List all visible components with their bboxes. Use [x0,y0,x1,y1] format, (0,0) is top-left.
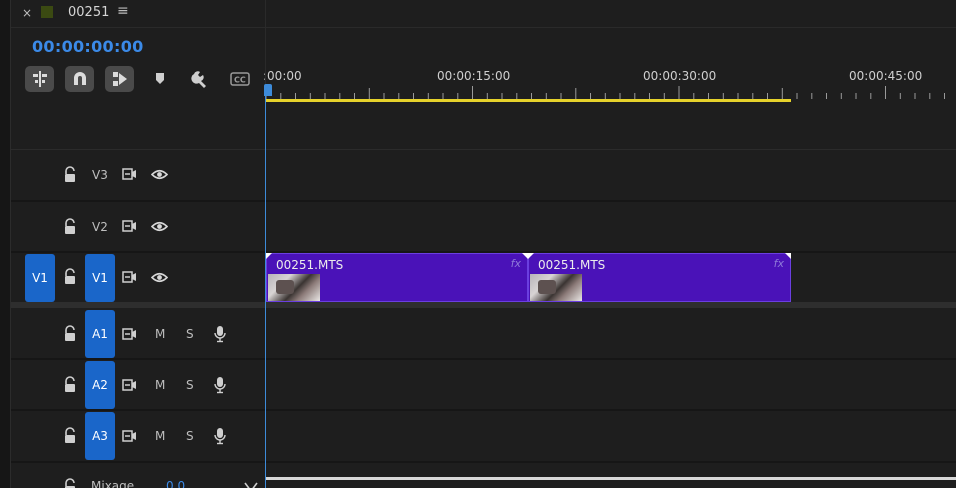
track-header-a3: A3 M S [0,411,265,461]
eye-icon[interactable] [151,221,168,232]
track-name[interactable]: V2 [92,220,108,234]
solo-button[interactable]: S [186,429,194,443]
magnet-icon [73,72,86,85]
work-area-bar[interactable] [266,99,791,102]
insert-snap-icon [32,71,47,87]
playhead-handle[interactable] [264,84,272,96]
mute-button[interactable]: M [155,378,165,392]
track-header-v2: V2 [0,202,265,251]
track-target-a1[interactable]: A1 [85,310,115,358]
captions-button[interactable]: CC [227,66,253,92]
microphone-icon[interactable] [214,376,226,394]
ruler-label: :00:00 [263,69,302,83]
lock-track-icon[interactable] [63,166,77,184]
mix-collapse-icon[interactable] [244,482,258,488]
lock-track-icon[interactable] [63,325,77,343]
captions-icon: CC [230,72,250,86]
clip-name: 00251.MTS [538,258,606,272]
timeline-settings-button[interactable] [187,66,213,92]
fx-badge[interactable]: fx [774,257,784,270]
track-header-mix: Mixage 0,0 [0,463,265,488]
track-header-v1: V1 V1 [0,253,265,302]
video-audio-divider[interactable] [11,302,956,308]
track-header-a2: A2 M S [0,360,265,409]
fx-badge[interactable]: fx [511,257,521,270]
ruler-label: 00:00:45:00 [849,69,923,83]
eye-icon[interactable] [151,272,168,283]
mix-volume-value[interactable]: 0,0 [166,479,185,488]
lock-track-icon[interactable] [63,478,77,488]
playhead-line[interactable] [265,92,266,488]
lock-track-icon[interactable] [63,268,77,286]
track-target-a3[interactable]: A3 [85,412,115,460]
time-ruler[interactable] [266,84,956,100]
mix-track-label: Mixage [91,479,135,488]
wrench-icon [191,71,206,88]
track-header-a1: A1 M S [0,310,265,358]
lock-track-icon[interactable] [63,376,77,394]
track-target-v1[interactable]: V1 [85,254,115,302]
linked-selection-button[interactable] [105,66,134,92]
clip-thumbnail [268,274,320,301]
sync-lock-icon[interactable] [122,378,137,392]
mute-button[interactable]: M [155,429,165,443]
sequence-color-swatch [41,6,53,18]
video-clip[interactable]: 00251.MTS fx [528,253,791,302]
track-target-a2[interactable]: A2 [85,361,115,409]
close-tab-icon[interactable]: × [22,6,32,20]
sync-lock-icon[interactable] [122,429,137,443]
playhead-timecode[interactable]: 00:00:00:00 [32,37,144,56]
eye-icon[interactable] [151,169,168,180]
clip-start-marker [528,253,534,259]
snap-button[interactable] [65,66,94,92]
sequence-tab-bar [11,0,956,28]
svg-text:CC: CC [234,76,246,85]
panel-menu-icon[interactable]: ≡ [117,3,129,19]
sequence-tab-title[interactable]: 00251 [68,5,109,20]
sync-lock-icon[interactable] [122,327,137,341]
mix-track-line [266,477,956,480]
clip-start-marker [266,253,272,259]
insert-snap-button[interactable] [25,66,54,92]
sync-lock-icon[interactable] [122,167,137,181]
sync-lock-icon[interactable] [122,270,137,284]
lock-track-icon[interactable] [63,427,77,445]
track-name[interactable]: V3 [92,168,108,182]
microphone-icon[interactable] [214,325,226,343]
add-marker-button[interactable] [147,66,173,92]
video-clip[interactable]: 00251.MTS fx [266,253,528,302]
mute-button[interactable]: M [155,327,165,341]
linked-selection-icon [112,72,127,86]
ruler-label: 00:00:15:00 [437,69,511,83]
source-patch-v1[interactable]: V1 [25,254,55,302]
solo-button[interactable]: S [186,327,194,341]
track-header-v3: V3 [0,150,265,200]
solo-button[interactable]: S [186,378,194,392]
lock-track-icon[interactable] [63,218,77,236]
microphone-icon[interactable] [214,427,226,445]
clip-thumbnail [530,274,582,301]
ruler-label: 00:00:30:00 [643,69,717,83]
clip-end-marker [785,253,791,259]
sync-lock-icon[interactable] [122,219,137,233]
marker-icon [156,73,164,84]
clip-name: 00251.MTS [276,258,344,272]
tab-underline [11,27,956,28]
